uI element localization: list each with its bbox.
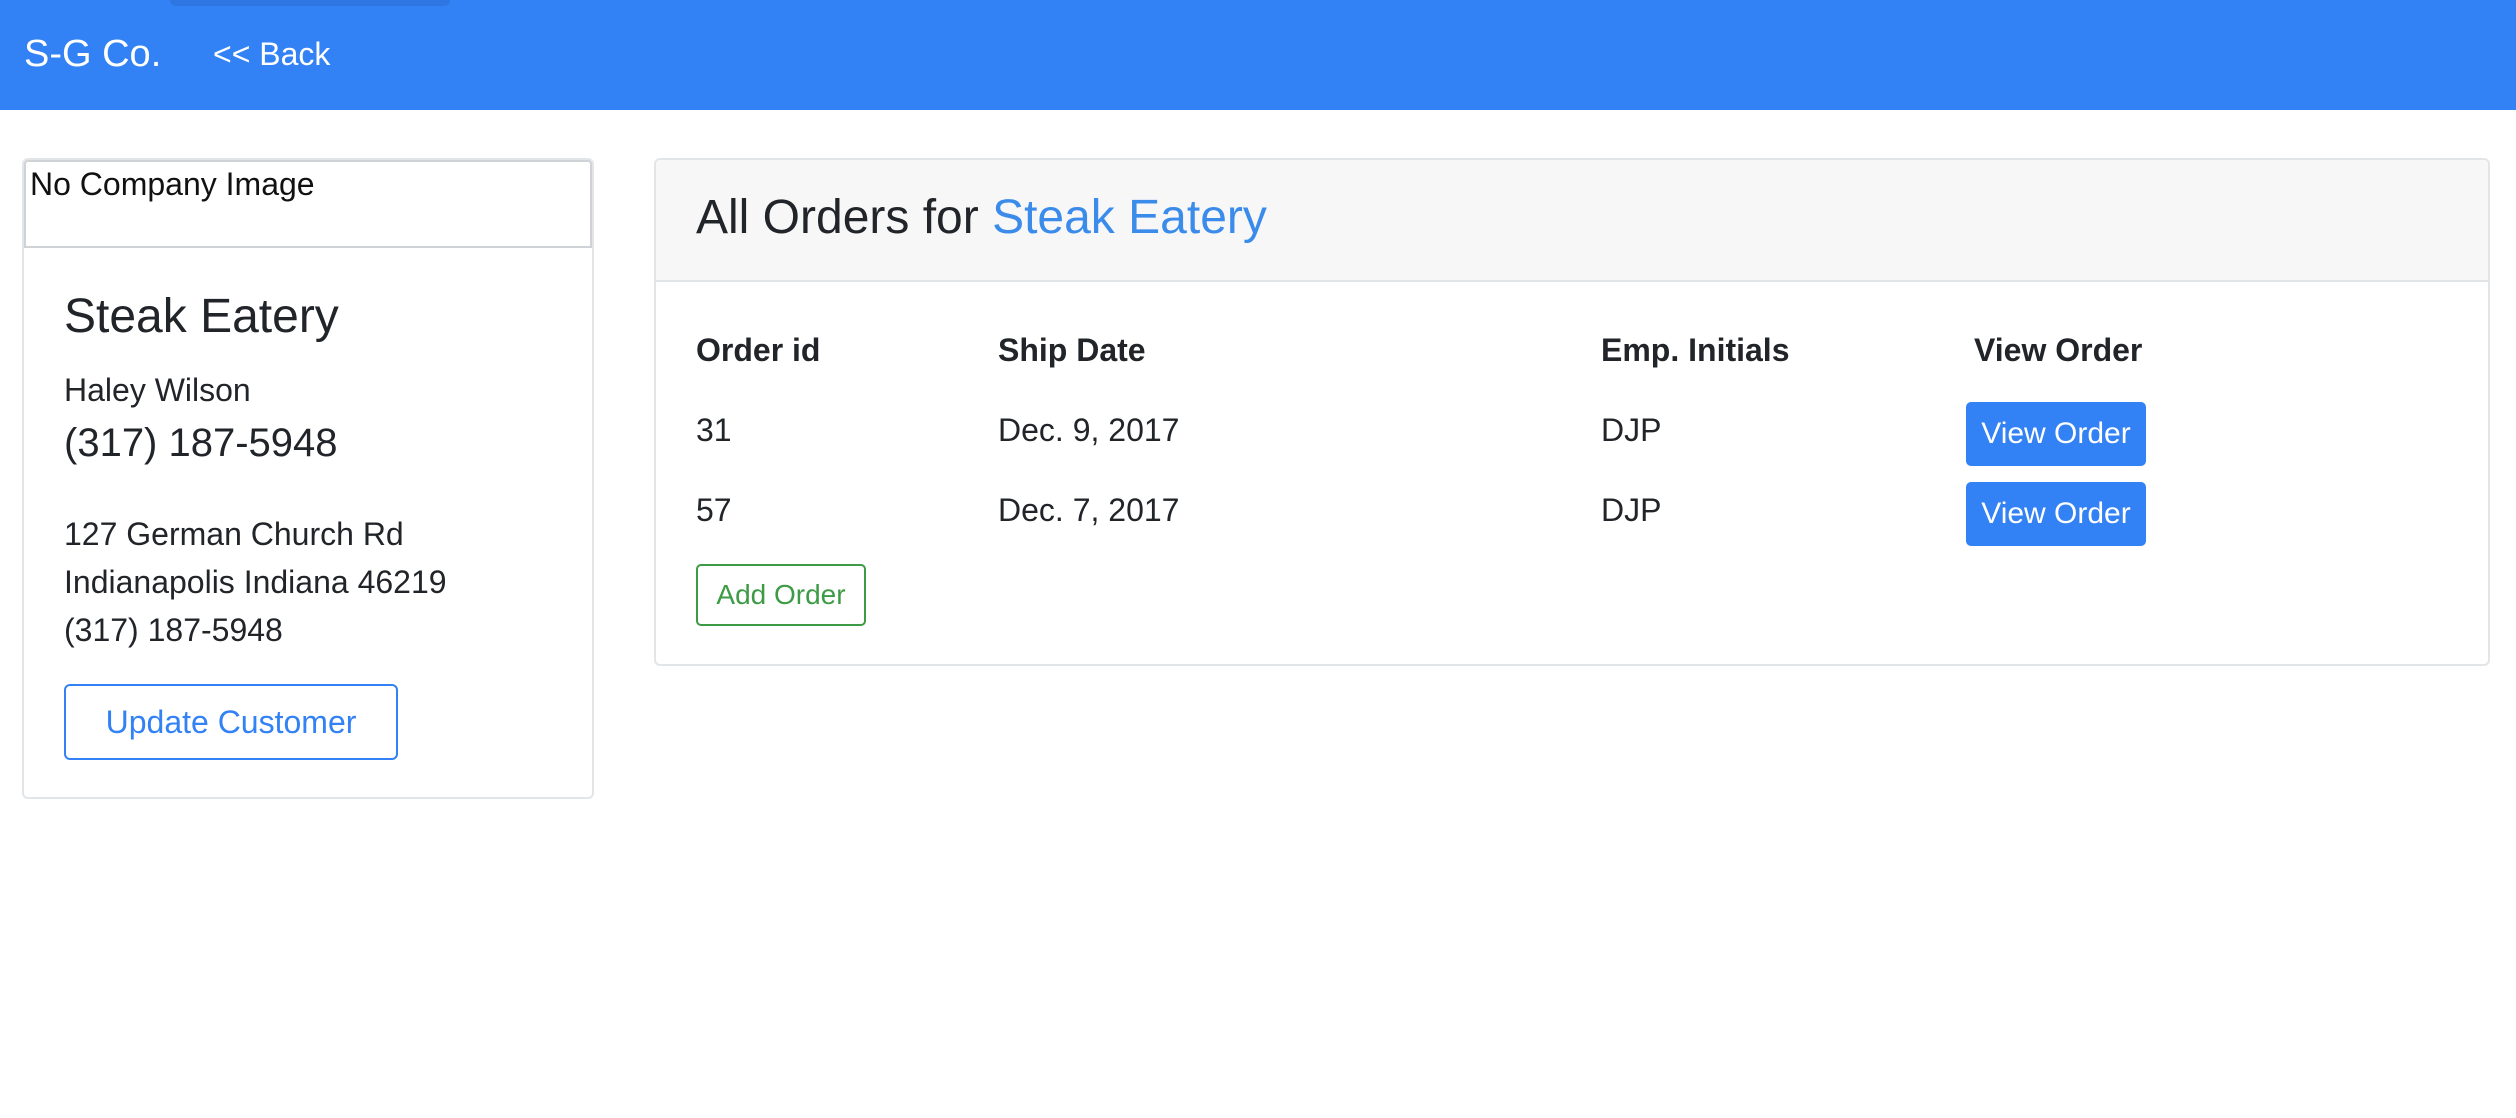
order-id-cell: 57 — [696, 492, 732, 528]
contact-name: Haley Wilson — [64, 372, 251, 408]
customer-name: Steak Eatery — [64, 290, 339, 343]
column-header-ship-date: Ship Date — [998, 332, 1146, 368]
company-image-alt-text: No Company Image — [30, 166, 315, 202]
add-order-button[interactable]: Add Order — [696, 564, 866, 626]
back-link[interactable]: << Back — [213, 34, 330, 74]
address-phone: (317) 187-5948 — [64, 612, 283, 648]
column-header-order-id: Order id — [696, 332, 821, 368]
orders-title: All Orders for Steak Eatery — [696, 188, 1267, 248]
view-order-button[interactable]: View Order — [1966, 402, 2146, 466]
orders-card-header: All Orders for Steak Eatery — [656, 160, 2488, 282]
orders-card: All Orders for Steak Eatery Order id Shi… — [654, 158, 2490, 666]
view-order-button[interactable]: View Order — [1966, 482, 2146, 546]
orders-title-prefix: All Orders for — [696, 191, 993, 244]
column-header-view-order: View Order — [1974, 332, 2143, 368]
navbar-tab-shadow — [170, 0, 450, 6]
orders-title-customer: Steak Eatery — [992, 191, 1267, 244]
update-customer-button[interactable]: Update Customer — [64, 684, 398, 760]
order-id-cell: 31 — [696, 412, 732, 448]
company-image: No Company Image — [24, 160, 592, 248]
column-header-emp-initials: Emp. Initials — [1601, 332, 1790, 368]
customer-card: No Company Image Steak Eatery Haley Wils… — [22, 158, 594, 799]
address-line-2: Indianapolis Indiana 46219 — [64, 564, 447, 600]
brand-logo[interactable]: S-G Co. — [24, 30, 161, 78]
emp-initials-cell: DJP — [1601, 412, 1662, 448]
address-line-1: 127 German Church Rd — [64, 516, 404, 552]
ship-date-cell: Dec. 7, 2017 — [998, 492, 1180, 528]
ship-date-cell: Dec. 9, 2017 — [998, 412, 1180, 448]
top-navbar: S-G Co. << Back — [0, 0, 2516, 110]
contact-phone: (317) 187-5948 — [64, 421, 338, 465]
emp-initials-cell: DJP — [1601, 492, 1662, 528]
